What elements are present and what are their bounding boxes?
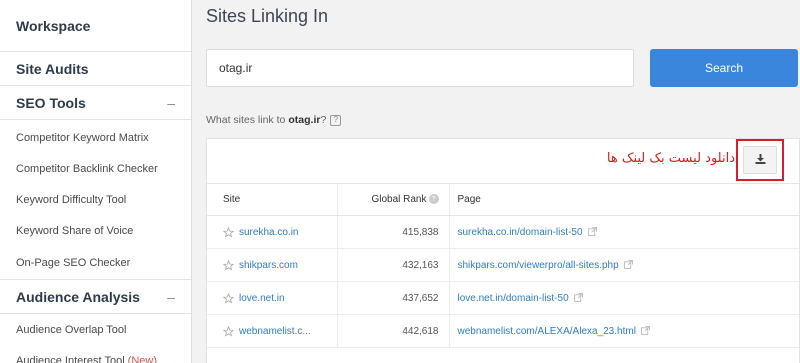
search-button[interactable]: Search (650, 49, 798, 87)
site-link[interactable]: love.net.in (239, 293, 285, 304)
new-badge: (New) (127, 354, 157, 363)
site-link[interactable]: shikpars.com (239, 260, 298, 271)
sidebar-item-label: Keyword Share of Voice (16, 224, 134, 237)
sidebar-section-label: Workspace (16, 17, 91, 34)
star-icon[interactable] (223, 259, 234, 271)
question-domain: otag.ir (288, 114, 321, 126)
export-highlight (736, 139, 784, 181)
global-rank-value: 437,652 (337, 281, 450, 315)
global-rank-value: 415,838 (337, 215, 450, 249)
sidebar-item-label: Keyword Difficulty Tool (16, 193, 127, 206)
results-panel: دانلود لیست بک لینک ها Site Global Rank?… (206, 138, 800, 363)
sidebar-item-label: On-Page SEO Checker (16, 256, 131, 269)
global-rank-value: 442,618 (337, 314, 450, 348)
column-header-global-rank[interactable]: Global Rank? (337, 183, 450, 216)
site-link[interactable]: surekha.co.in (239, 227, 298, 238)
help-icon[interactable]: ? (330, 114, 342, 126)
sidebar-item-audience-overlap-tool[interactable]: Audience Overlap Tool (0, 314, 191, 345)
table-row: webnamelist.c... 442,618 webnamelist.com… (207, 314, 799, 348)
column-header-page[interactable]: Page (449, 183, 799, 216)
sidebar-item-on-page-seo-checker[interactable]: On-Page SEO Checker (0, 246, 191, 280)
sidebar-item-competitor-keyword-matrix[interactable]: Competitor Keyword Matrix (0, 122, 191, 153)
sidebar-section-label: Site Audits (16, 60, 89, 77)
collapse-toggle[interactable]: – (167, 289, 175, 305)
main-content: Sites Linking In Search What sites link … (206, 0, 800, 363)
column-header-label: Global Rank (371, 194, 427, 205)
sidebar-section-workspace[interactable]: Workspace (0, 0, 191, 52)
sidebar-item-label: Competitor Keyword Matrix (16, 131, 149, 144)
sidebar-section-seo-tools[interactable]: SEO Tools – (0, 86, 191, 120)
external-link-icon[interactable] (640, 326, 650, 336)
page-link[interactable]: surekha.co.in/domain-list-50 (458, 227, 583, 238)
annotation-text: دانلود لیست بک لینک ها (606, 151, 735, 166)
sidebar-section-site-audits[interactable]: Site Audits (0, 52, 191, 86)
sidebar: Workspace Site Audits SEO Tools – Compet… (0, 0, 192, 363)
sidebar-item-audience-interest-tool[interactable]: Audience Interest Tool (New) (0, 345, 191, 363)
question-suffix: ? (320, 114, 327, 126)
sidebar-section-audience-analysis[interactable]: Audience Analysis – (0, 280, 191, 314)
column-header-site[interactable]: Site (207, 183, 338, 216)
query-description: What sites link to otag.ir? ? (206, 114, 342, 126)
download-icon (755, 151, 766, 169)
page-title: Sites Linking In (206, 6, 329, 26)
help-icon[interactable]: ? (428, 194, 439, 205)
global-rank-value: 432,163 (337, 248, 450, 282)
sidebar-item-label: Audience Overlap Tool (16, 323, 127, 336)
backlinks-table: Site Global Rank? Page surekha.co.in 415… (207, 183, 799, 348)
star-icon[interactable] (223, 292, 234, 304)
sidebar-item-label: Competitor Backlink Checker (16, 162, 158, 175)
page-link[interactable]: shikpars.com/viewerpro/all-sites.php (458, 260, 619, 271)
external-link-icon[interactable] (623, 260, 633, 270)
star-icon[interactable] (223, 226, 234, 238)
table-row: shikpars.com 432,163 shikpars.com/viewer… (207, 248, 799, 282)
sidebar-item-keyword-share-of-voice[interactable]: Keyword Share of Voice (0, 215, 191, 246)
export-button[interactable] (743, 146, 777, 174)
star-icon[interactable] (223, 325, 234, 337)
external-link-icon[interactable] (587, 227, 597, 237)
sidebar-section-label: Audience Analysis (16, 288, 140, 305)
question-prefix: What sites link to (206, 114, 286, 126)
sidebar-section-label: SEO Tools (16, 94, 86, 111)
sidebar-item-label: Audience Interest Tool (16, 354, 125, 363)
table-row: love.net.in 437,652 love.net.in/domain-l… (207, 281, 799, 315)
search-input[interactable] (206, 49, 634, 87)
table-row: surekha.co.in 415,838 surekha.co.in/doma… (207, 215, 799, 249)
sidebar-item-keyword-difficulty-tool[interactable]: Keyword Difficulty Tool (0, 184, 191, 215)
sidebar-item-competitor-backlink-checker[interactable]: Competitor Backlink Checker (0, 153, 191, 184)
external-link-icon[interactable] (573, 293, 583, 303)
table-header-row: Site Global Rank? Page (207, 183, 799, 216)
page-link[interactable]: love.net.in/domain-list-50 (458, 293, 569, 304)
site-link[interactable]: webnamelist.c... (239, 326, 311, 337)
collapse-toggle[interactable]: – (167, 95, 175, 111)
page-link[interactable]: webnamelist.com/ALEXA/Alexa_23.html (458, 326, 636, 337)
